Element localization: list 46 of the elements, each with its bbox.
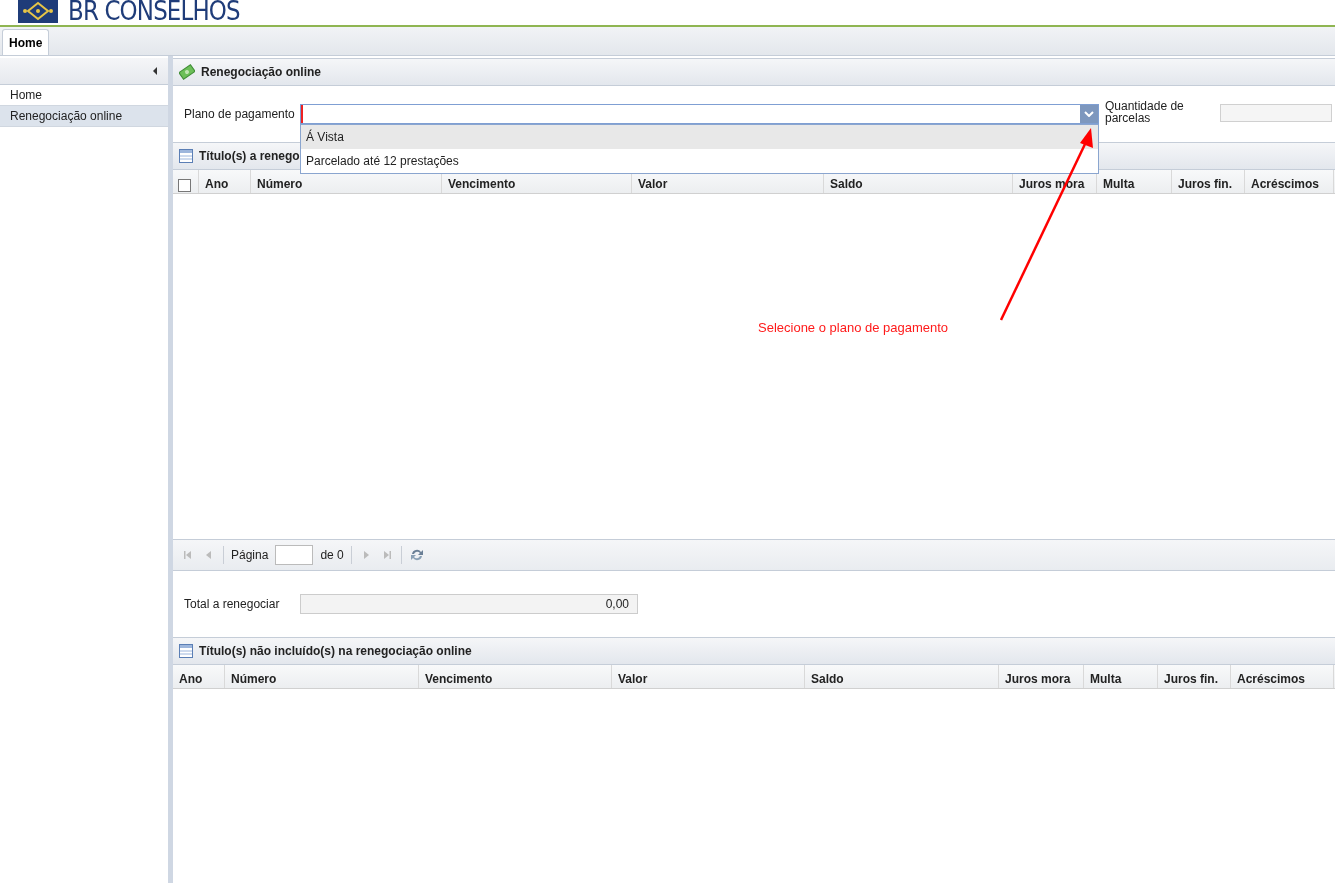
chevron-icon [1084, 111, 1094, 117]
first-page-icon[interactable] [183, 550, 193, 560]
collapse-icon[interactable] [153, 67, 157, 75]
dropdown-option[interactable]: Á Vista [301, 125, 1098, 149]
previous-page-icon[interactable] [204, 550, 214, 560]
column-header[interactable]: Saldo [805, 665, 999, 688]
grid-title: Título(s) não incluído(s) na renegociação online [199, 644, 472, 658]
column-header[interactable]: Vencimento [419, 665, 612, 688]
tab[interactable]: Home [2, 29, 50, 55]
dropdown-option[interactable]: Parcelado até 12 prestações [301, 149, 1098, 173]
refresh-icon[interactable] [408, 547, 425, 563]
total-field: 0,00 [300, 594, 638, 614]
page-label: Página [231, 548, 269, 562]
logo-icon [18, 0, 58, 23]
column-header[interactable]: Saldo [824, 170, 1013, 193]
column-header[interactable]: Valor [632, 170, 824, 193]
sidebar-item[interactable]: Renegociação online [0, 106, 168, 127]
column-header[interactable]: Multa [1097, 170, 1172, 193]
column-header[interactable]: Juros fin. [1158, 665, 1231, 688]
column-header[interactable]: Ano [199, 170, 251, 193]
column-header[interactable]: Juros mora [999, 665, 1084, 688]
column-header[interactable]: Número [251, 170, 442, 193]
column-header[interactable]: Valor [612, 665, 805, 688]
last-page-icon[interactable] [381, 550, 392, 560]
panel-title: Renegociação online [201, 65, 322, 79]
grid-title: Título(s) a renego [199, 149, 300, 163]
dropdown-trigger[interactable] [1080, 105, 1098, 123]
field-label: Total a renegociar [183, 596, 281, 613]
field-label: Plano de pagamento [183, 106, 296, 123]
column-header[interactable]: Juros fin. [1172, 170, 1245, 193]
logo-text: BR CONSELHOS [68, 0, 240, 25]
annotation-text: Selecione o plano de pagamento [758, 320, 949, 335]
column-header[interactable]: Acréscimos [1245, 170, 1334, 193]
money-icon [179, 64, 195, 80]
table-icon [179, 149, 193, 163]
column-header[interactable]: Número [225, 665, 419, 688]
select-all-checkbox[interactable] [178, 178, 191, 192]
installments-field[interactable] [1220, 104, 1332, 122]
page-count: de 0 [320, 548, 344, 562]
column-header[interactable]: Acréscimos [1231, 665, 1334, 688]
column-header[interactable]: Vencimento [442, 170, 632, 193]
column-header[interactable]: Ano [173, 665, 225, 688]
table-icon [179, 644, 193, 658]
field-label: Quantidade de parcelas [1104, 100, 1185, 124]
page-field[interactable] [275, 545, 314, 565]
column-header[interactable]: Multa [1084, 665, 1158, 688]
